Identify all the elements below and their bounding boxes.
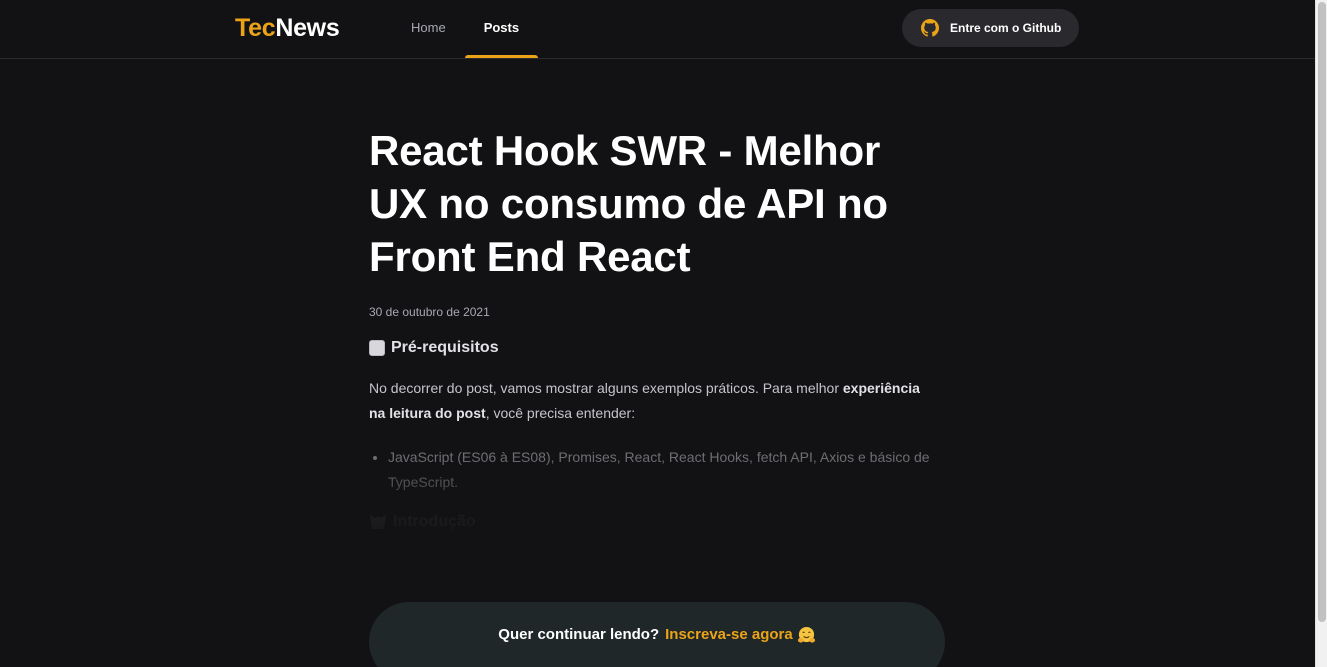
list-item: JavaScript (ES06 à ES08), Promises, Reac…	[388, 445, 935, 495]
scrollbar-thumb[interactable]	[1318, 2, 1326, 622]
nav-link-posts[interactable]: Posts	[464, 0, 539, 58]
intro-heading: Introdução	[369, 513, 945, 531]
continue-reading-text: Quer continuar lendo?	[498, 626, 660, 643]
prereq-heading: Pré-requisitos	[369, 339, 945, 357]
intro-icon	[370, 515, 386, 529]
page: TecNews Home Posts Entre com o Github Re…	[0, 0, 1315, 667]
continue-reading-banner: Quer continuar lendo? Inscreva-se agora	[369, 602, 945, 667]
subscribe-link[interactable]: Inscreva-se agora	[665, 626, 793, 667]
main-nav: Home Posts	[392, 0, 539, 58]
prereq-heading-text: Pré-requisitos	[391, 339, 499, 356]
nav-link-home[interactable]: Home	[392, 0, 465, 58]
post-preview-content: Pré-requisitos No decorrer do post, vamo…	[369, 339, 945, 559]
github-login-label: Entre com o Github	[950, 21, 1062, 35]
post-article: React Hook SWR - Melhor UX no consumo de…	[369, 124, 945, 559]
github-icon	[921, 19, 939, 37]
paragraph-text-start: No decorrer do post, vamos mostrar algun…	[369, 380, 843, 396]
intro-paragraph: No decorrer do post, vamos mostrar algun…	[369, 376, 935, 426]
page-scrollbar[interactable]	[1315, 0, 1327, 667]
github-login-button[interactable]: Entre com o Github	[902, 9, 1079, 47]
checkbox-icon	[369, 340, 385, 356]
header-inner: TecNews Home Posts Entre com o Github	[0, 0, 1315, 58]
intro-heading-text: Introdução	[393, 513, 476, 530]
paragraph-text-end: , você precisa entender:	[485, 405, 636, 421]
header: TecNews Home Posts Entre com o Github	[0, 0, 1315, 59]
hugging-face-emoji-icon	[797, 626, 815, 643]
logo-accent: Tec	[235, 14, 276, 42]
post-title: React Hook SWR - Melhor UX no consumo de…	[369, 127, 888, 280]
logo[interactable]: TecNews	[235, 13, 340, 43]
post-date: 30 de outubro de 2021	[369, 305, 490, 319]
logo-main: News	[275, 14, 340, 42]
prereq-list: JavaScript (ES06 à ES08), Promises, Reac…	[369, 445, 935, 495]
